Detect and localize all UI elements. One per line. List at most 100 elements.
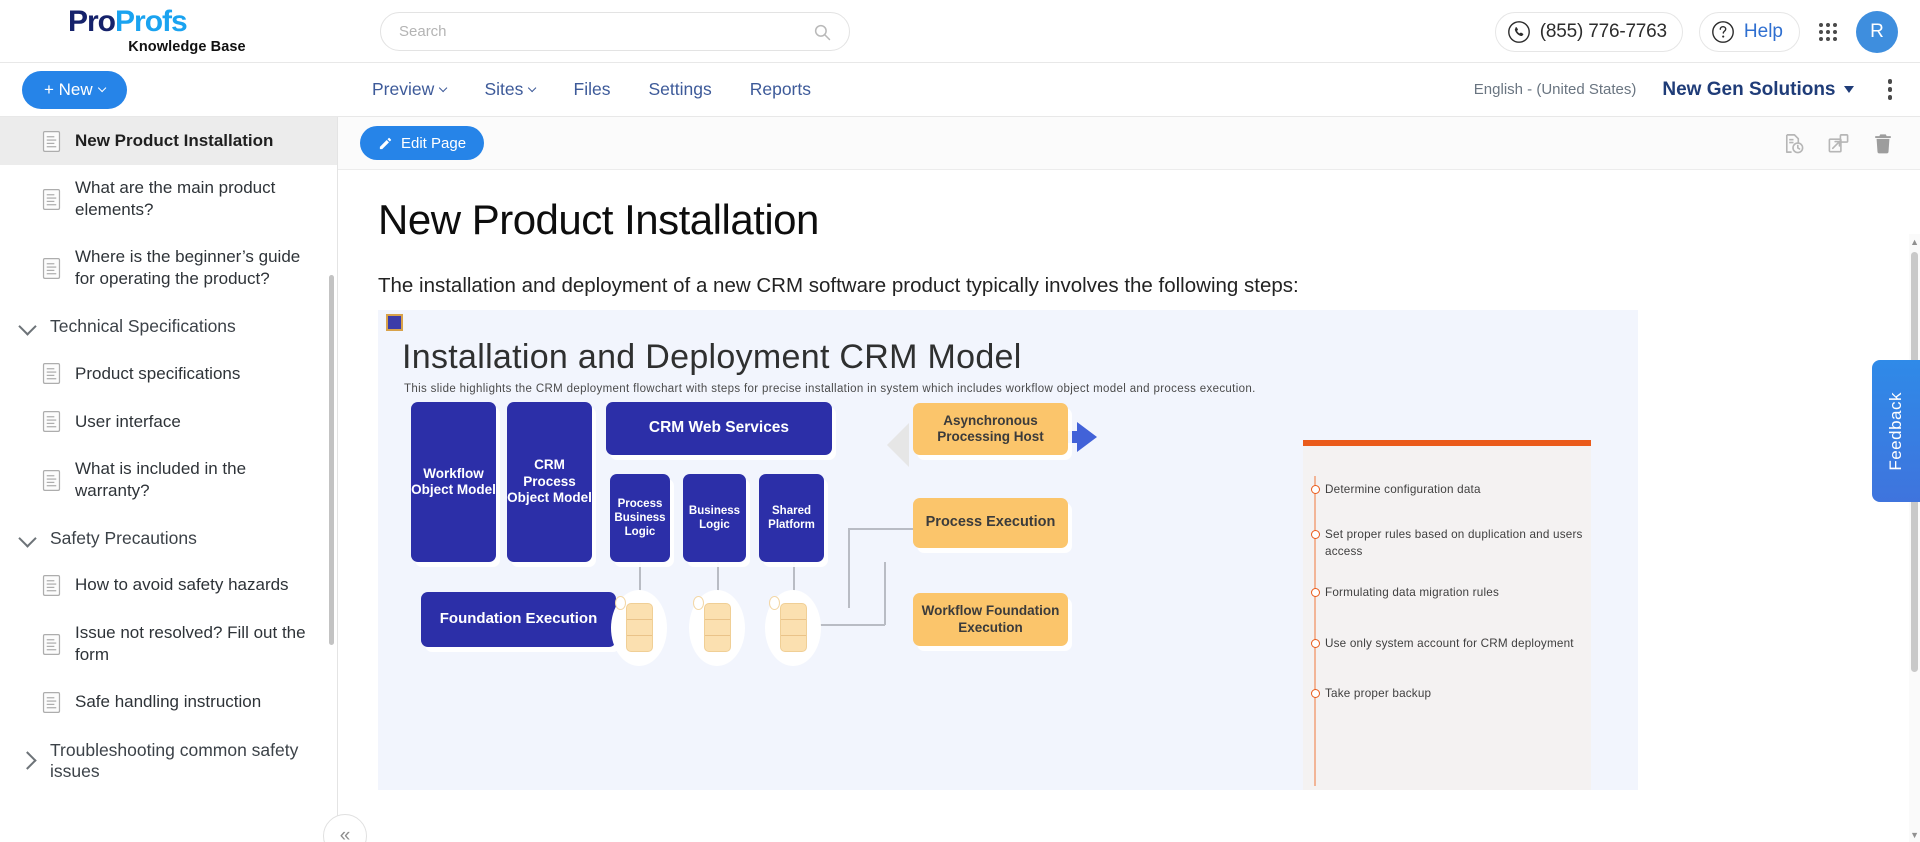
nav-label-preview: Preview [372,79,435,99]
box-label: Shared Platform [768,504,815,531]
sidebar-item-what-are-the-main-product-elements[interactable]: What are the main product elements? [0,165,337,234]
sidebar-list: New Product Installation What are the mai… [0,117,337,795]
search-icon[interactable] [813,23,831,41]
more-options-icon[interactable] [1880,75,1901,104]
chevron-down-icon [438,83,448,93]
help-button[interactable]: Help [1698,11,1800,52]
content-panel: Edit Page New Product Installation The i… [338,117,1920,842]
deployment-checklist-panel: Determine configuration data Set proper … [1303,440,1591,790]
chevron-right-icon [18,751,37,770]
scroll-up-arrow-icon[interactable]: ▲ [1910,237,1919,247]
box-label: Asynchronous Processing Host [937,412,1044,444]
slide-selection-handle[interactable] [386,314,403,331]
document-icon [42,575,61,597]
box-asynchronous-processing-host: Asynchronous Processing Host [913,403,1068,455]
new-button-label: + New [44,80,93,99]
box-process-business-logic: Process Business Logic [610,474,670,562]
box-label: CRM Process Object Model [507,457,592,506]
checklist-item: Take proper backup [1303,686,1583,703]
checklist-item: Determine configuration data [1303,482,1583,499]
checklist-item: Formulating data migration rules [1303,585,1583,602]
sidebar-item-user-interface[interactable]: User interface [0,398,337,446]
document-icon [42,257,61,279]
proprofs-knowledge-base-app: ProProfs Knowledge Base (855) 776-7763 [0,0,1920,842]
apps-grid-icon[interactable] [1816,20,1840,44]
search-input[interactable] [399,23,813,40]
box-crm-process-object-model: CRM Process Object Model [507,402,592,562]
pencil-icon [379,137,392,149]
feedback-label: Feedback [1886,391,1905,471]
box-business-logic: Business Logic [683,474,746,562]
collapse-chevrons-icon: « [339,825,351,842]
phone-button[interactable]: (855) 776-7763 [1494,11,1683,52]
document-icon [42,130,61,152]
sidebar-item-label: New Product Installation [75,130,274,150]
sidebar-group-troubleshooting-common-safety-issues[interactable]: Troubleshooting common safety issues [0,727,337,795]
sidebar-item-label: What are the main product elements? [75,178,276,220]
nav-right-group: English - (United States) New Gen Soluti… [1474,75,1900,104]
proprofs-logo[interactable]: ProProfs Knowledge Base [0,7,300,56]
database-icon [611,590,667,666]
checklist-rail [1314,476,1316,786]
box-process-execution: Process Execution [913,498,1068,548]
box-foundation-execution: Foundation Execution [421,592,616,647]
page-intro-paragraph: The installation and deployment of a new… [378,274,1299,297]
sidebar-item-label: How to avoid safety hazards [75,575,289,595]
nav-item-sites[interactable]: Sites [484,79,537,100]
top-header-bar: ProProfs Knowledge Base (855) 776-7763 [0,0,1920,63]
sidebar-group-label: Safety Precautions [50,527,197,548]
chevron-left-shape [887,423,909,467]
sidebar-item-issue-not-resolved-fill-out-the-form[interactable]: Issue not resolved? Fill out the form [0,610,337,679]
feedback-tab[interactable]: Feedback [1872,360,1920,502]
nav-item-settings[interactable]: Settings [648,79,711,100]
sidebar-group-safety-precautions[interactable]: Safety Precautions [0,515,337,562]
phone-icon [1507,20,1530,43]
sidebar-item-product-specifications[interactable]: Product specifications [0,350,337,398]
nav-item-preview[interactable]: Preview [372,79,448,100]
nav-item-reports[interactable]: Reports [750,79,811,100]
main-nav-bar: + New Preview Sites Files Settings Repor… [0,63,1920,117]
box-workflow-foundation-execution: Workflow Foundation Execution [913,593,1068,646]
box-label: CRM Web Services [648,419,790,437]
box-label: Foundation Execution [439,610,598,628]
expand-icon[interactable] [1827,132,1850,155]
content-toolbar: Edit Page [338,117,1920,170]
box-shared-platform: Shared Platform [759,474,824,562]
document-icon [42,692,61,713]
nav-item-files[interactable]: Files [574,79,611,100]
sidebar-group-label: Technical Specifications [50,315,236,336]
box-label: Workflow Foundation Execution [921,603,1060,635]
sidebar-scrollbar[interactable] [329,275,334,645]
sidebar-item-safe-handling-instruction[interactable]: Safe handling instruction [0,679,337,727]
user-avatar[interactable]: R [1856,10,1898,53]
logo-text-profs: Profs [115,5,188,38]
sidebar-item-label: Product specifications [75,363,241,383]
sidebar-item-label: Issue not resolved? Fill out the form [75,622,306,665]
phone-number: (855) 776-7763 [1539,20,1667,42]
chevron-down-icon [18,528,37,548]
box-label: Workflow Object Model [411,465,496,497]
logo-text-pro: Pro [68,5,116,38]
new-button[interactable]: + New [22,71,127,109]
language-selector[interactable]: English - (United States) [1474,81,1637,98]
revision-history-icon[interactable] [1782,132,1805,155]
sidebar-item-new-product-installation[interactable]: New Product Installation [0,117,337,165]
help-icon [1712,20,1734,43]
delete-icon[interactable] [1872,132,1894,155]
slide-image-crm-model[interactable]: Installation and Deployment CRM Model Th… [378,310,1638,790]
sidebar-item-how-to-avoid-safety-hazards[interactable]: How to avoid safety hazards [0,562,337,610]
sidebar-item-what-is-included-in-the-warranty[interactable]: What is included in the warranty? [0,446,337,515]
global-search-box[interactable] [380,12,850,51]
sidebar-item-label: Where is the beginner’s guide for operat… [75,246,301,289]
document-body: New Product Installation The installatio… [338,170,1920,842]
sidebar-group-technical-specifications[interactable]: Technical Specifications [0,303,337,350]
sidebar-item-where-is-the-beginner-s-guide-for-operat[interactable]: Where is the beginner’s guide for operat… [0,234,337,303]
sidebar-item-label: User interface [75,411,181,431]
database-icon [689,590,745,666]
organization-selector[interactable]: New Gen Solutions [1662,79,1854,101]
logo-wordmark: ProProfs [68,7,300,37]
edit-page-button[interactable]: Edit Page [360,126,485,160]
connector-line [884,562,886,625]
scroll-down-arrow-icon[interactable]: ▼ [1910,830,1919,840]
chevron-down-icon [528,83,537,93]
